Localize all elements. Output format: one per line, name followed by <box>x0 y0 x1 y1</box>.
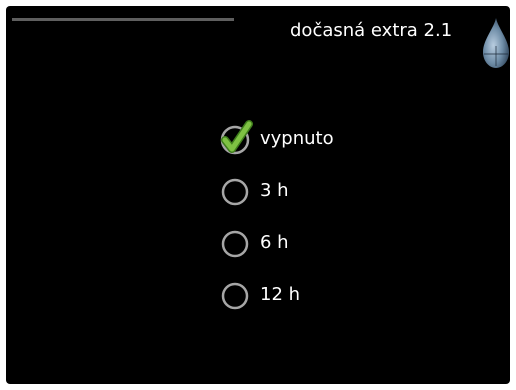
header-divider <box>12 18 234 21</box>
radio-circle-icon <box>216 274 256 314</box>
radio-circle-icon <box>216 222 256 262</box>
option-label: vypnuto <box>260 128 334 149</box>
option-12h[interactable]: 12 h <box>216 274 396 326</box>
option-vypnuto[interactable]: vypnuto <box>216 118 396 170</box>
option-list: vypnuto 3 h 6 h 12 h <box>216 118 396 326</box>
display-screen: dočasná extra 2.1 vypnuto 3 h 6 h 12 h <box>6 6 510 384</box>
option-3h[interactable]: 3 h <box>216 170 396 222</box>
check-icon <box>216 118 256 158</box>
radio-circle-icon <box>216 170 256 210</box>
water-drop-icon <box>482 16 510 70</box>
option-label: 6 h <box>260 232 289 253</box>
option-label: 12 h <box>260 284 301 305</box>
menu-title: dočasná extra 2.1 <box>290 20 453 41</box>
option-label: 3 h <box>260 180 289 201</box>
option-6h[interactable]: 6 h <box>216 222 396 274</box>
